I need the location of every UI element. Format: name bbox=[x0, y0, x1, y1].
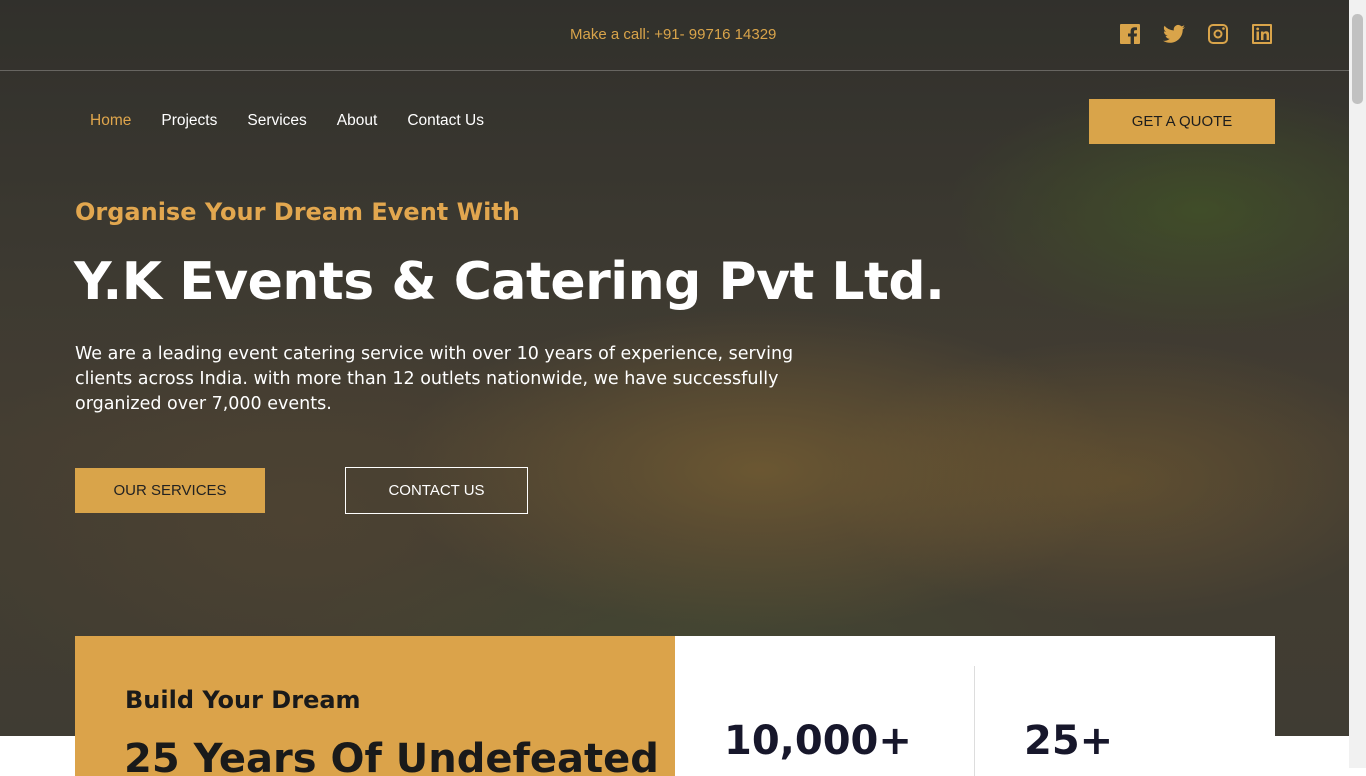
panel-title: 25 Years Of Undefeated bbox=[124, 736, 659, 776]
hero-kicker: Organise Your Dream Event With bbox=[75, 198, 520, 226]
nav-home[interactable]: Home bbox=[90, 112, 131, 130]
hero-headline: Y.K Events & Catering Pvt Ltd. bbox=[74, 252, 945, 312]
stat-years: 25+ bbox=[1024, 718, 1114, 764]
stat-events: 10,000+ bbox=[724, 718, 912, 764]
experience-panel: Build Your Dream 25 Years Of Undefeated bbox=[75, 636, 675, 776]
nav-services[interactable]: Services bbox=[247, 112, 306, 130]
our-services-button[interactable]: OUR SERVICES bbox=[75, 468, 265, 513]
nav-contact-us[interactable]: Contact Us bbox=[407, 112, 484, 130]
get-a-quote-button[interactable]: GET A QUOTE bbox=[1089, 99, 1275, 144]
instagram-icon[interactable] bbox=[1206, 22, 1230, 46]
stats-divider bbox=[974, 666, 975, 776]
call-text[interactable]: Make a call: +91- 99716 14329 bbox=[570, 26, 776, 43]
nav-projects[interactable]: Projects bbox=[161, 112, 217, 130]
contact-us-button[interactable]: CONTACT US bbox=[345, 467, 528, 514]
facebook-icon[interactable] bbox=[1118, 22, 1142, 46]
hero-description: We are a leading event catering service … bbox=[75, 344, 794, 414]
nav-about[interactable]: About bbox=[337, 112, 378, 130]
main-nav: Home Projects Services About Contact Us bbox=[90, 112, 514, 130]
panel-subtitle: Build Your Dream bbox=[125, 686, 361, 714]
twitter-icon[interactable] bbox=[1162, 22, 1186, 46]
scrollbar-thumb[interactable] bbox=[1352, 14, 1363, 104]
page-scrollbar[interactable] bbox=[1349, 0, 1366, 768]
linkedin-icon[interactable] bbox=[1250, 22, 1274, 46]
top-bar: Make a call: +91- 99716 14329 bbox=[0, 0, 1349, 71]
stats-panel: 10,000+ 25+ bbox=[675, 636, 1275, 776]
